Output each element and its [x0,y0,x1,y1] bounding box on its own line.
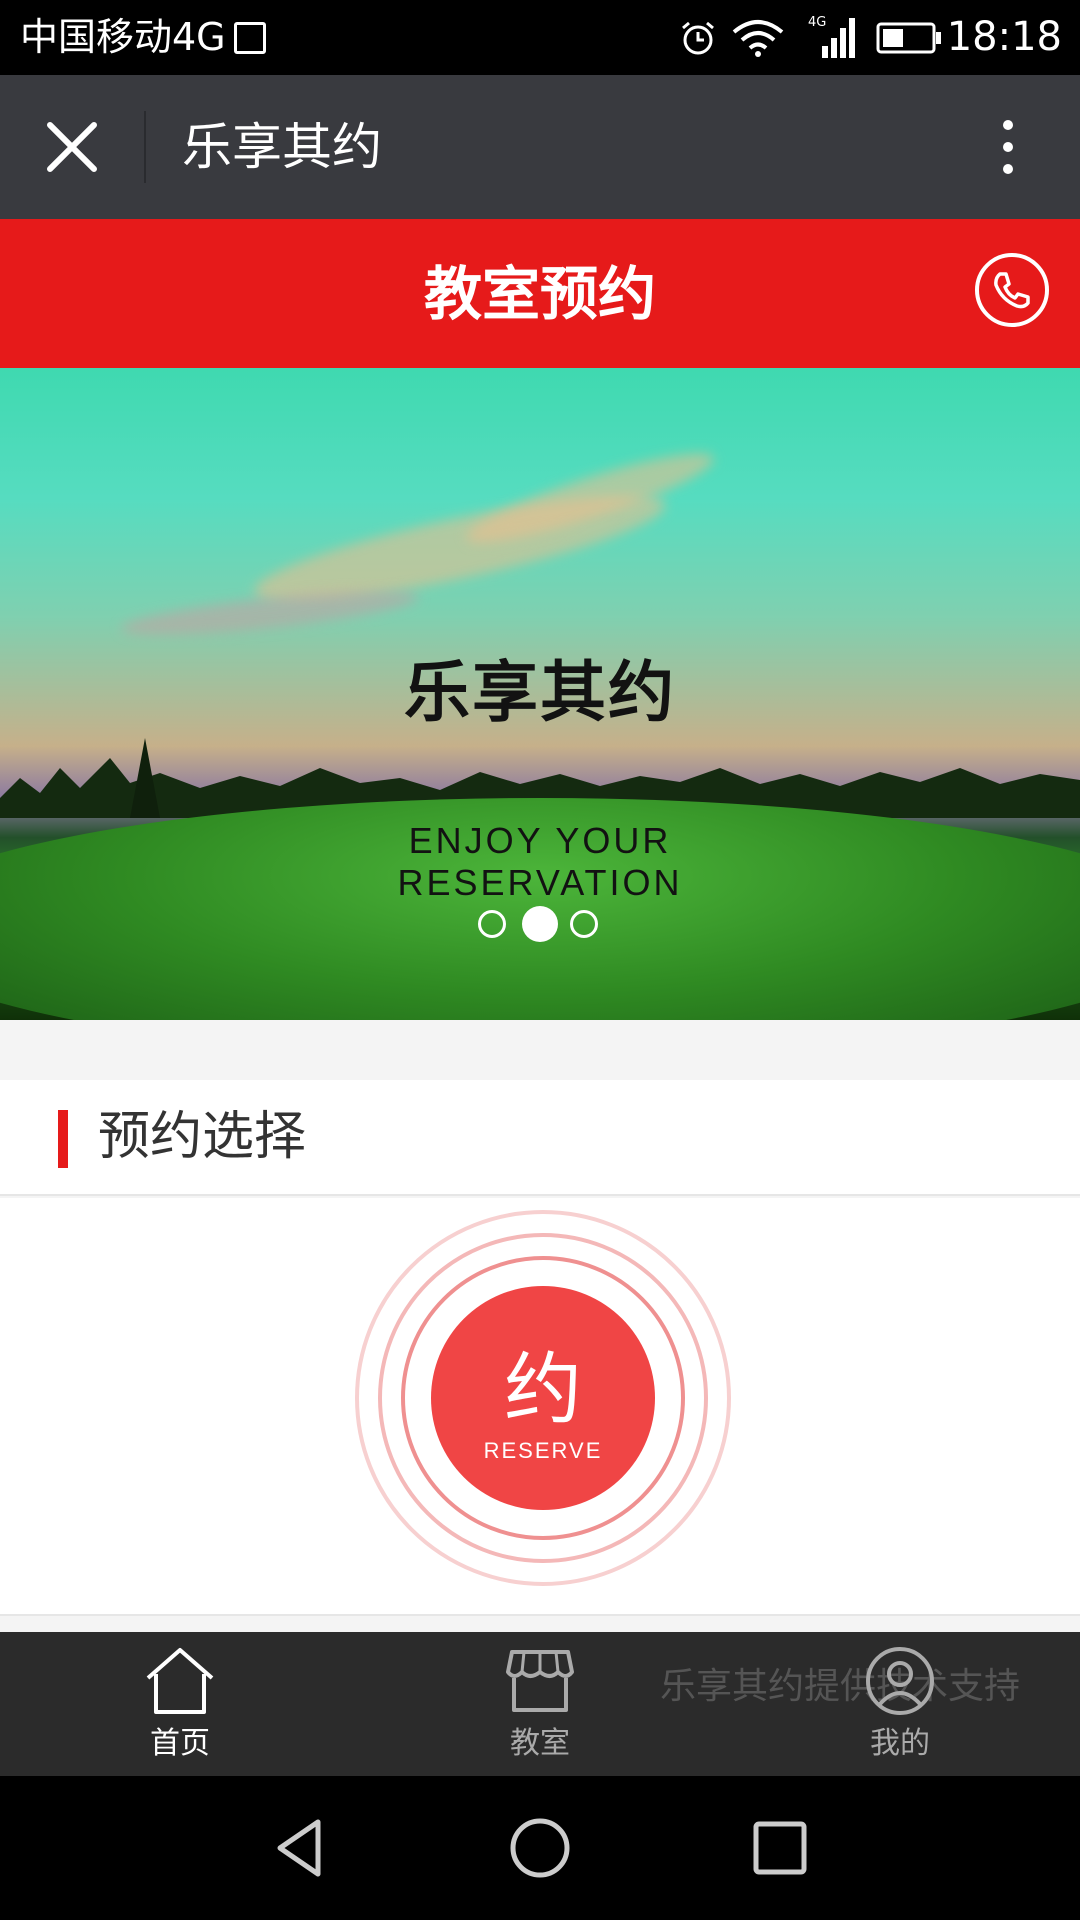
battery-icon [876,22,941,54]
nav-bar: 乐享其约 [0,75,1080,219]
reserve-char: 约 [504,1345,582,1435]
tab-classroom-label: 教室 [510,1726,570,1761]
nav-title: 乐享其约 [182,118,382,176]
more-icon[interactable] [990,115,1026,179]
carousel-dot-2[interactable] [522,906,558,942]
signal-icon: 4G [808,15,855,58]
home-circle-icon[interactable] [508,1816,572,1880]
tab-classroom[interactable]: 教室 [360,1632,720,1776]
banner-brand-en: ENJOY YOUR RESERVATION [0,820,1080,904]
carousel-dots [478,906,602,942]
recents-icon[interactable] [748,1816,812,1880]
banner-brand-cn: 乐享其约 [404,654,676,731]
banner-brand-en-line1: ENJOY YOUR [408,820,672,861]
section-accent-bar [58,1110,68,1168]
section-header: 预约选择 [0,1080,1080,1196]
tab-bar: 乐享其约提供技术支持 首页 教室 我的 [0,1632,1080,1776]
network-badge: 4G [808,15,826,30]
clock: 18:18 [946,14,1062,60]
reserve-button[interactable]: 约 RESERVE [353,1208,733,1588]
user-icon [866,1647,934,1715]
main-content: 预约选择 约 RESERVE [0,1020,1080,1632]
image-icon [234,22,266,54]
page-header: 教室预约 [0,219,1080,368]
banner-brand-en-line2: RESERVATION [397,862,683,903]
carousel-dot-1[interactable] [478,910,506,938]
home-icon [146,1648,214,1714]
status-bar: 中国移动4G 4G 18:18 [0,0,1080,75]
tab-home-label: 首页 [150,1726,210,1761]
carousel-dot-3[interactable] [570,910,598,938]
tab-mine[interactable]: 我的 [720,1632,1080,1776]
close-icon[interactable] [44,119,100,175]
tab-mine-label: 我的 [870,1726,930,1761]
alarm-icon [682,21,714,55]
reserve-label: RESERVE [484,1438,603,1463]
tab-home[interactable]: 首页 [0,1632,360,1776]
page-title: 教室预约 [423,260,656,328]
phone-icon[interactable] [974,252,1050,328]
reserve-area: 约 RESERVE [0,1198,1080,1616]
carrier-label: 中国移动4G [20,15,226,59]
section-title: 预约选择 [98,1107,307,1167]
nav-divider [144,111,146,183]
store-icon [506,1650,574,1712]
wifi-icon [732,20,784,57]
system-nav-bar [0,1776,1080,1920]
back-icon[interactable] [268,1816,332,1880]
